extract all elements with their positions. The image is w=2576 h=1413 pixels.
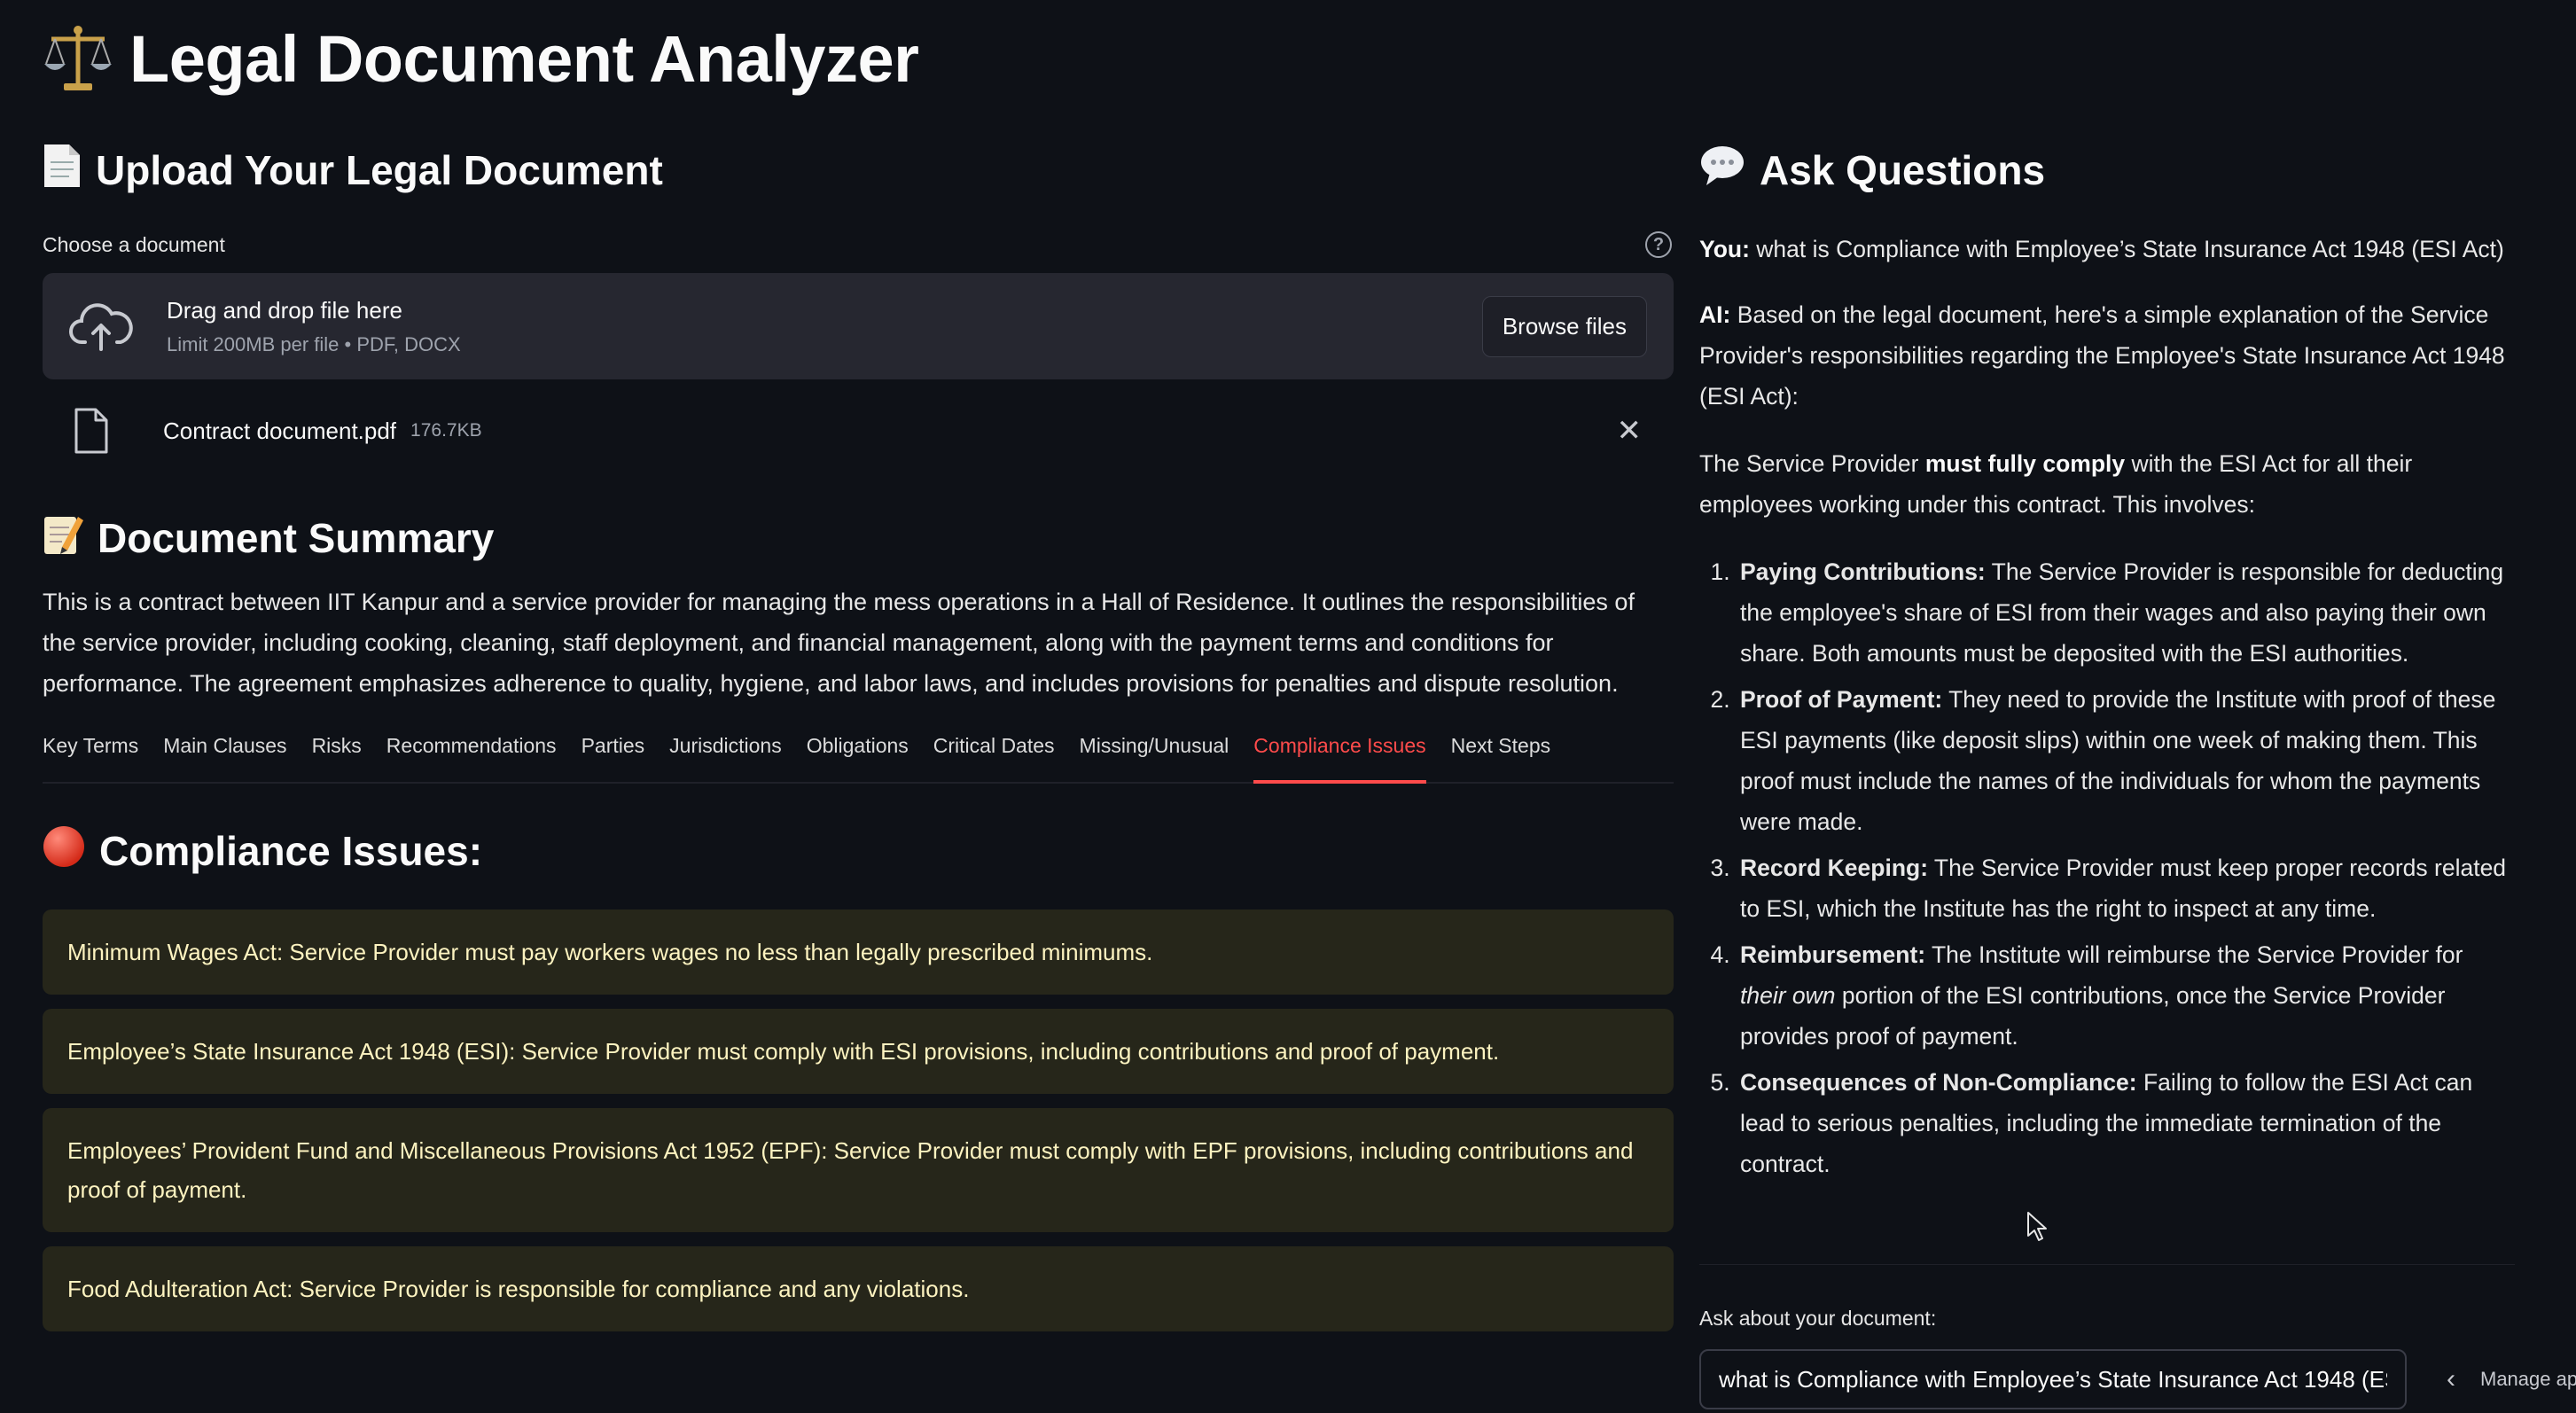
tab-compliance-issues[interactable]: Compliance Issues bbox=[1253, 730, 1426, 784]
speech-bubble-icon bbox=[1699, 144, 1745, 197]
manage-app-bar[interactable]: ‹ Manage app bbox=[2427, 1349, 2576, 1409]
analysis-tabs: Key Terms Main Clauses Risks Recommendat… bbox=[43, 730, 1674, 784]
chevron-left-icon[interactable]: ‹ bbox=[2447, 1364, 2455, 1394]
questions-section-heading: Ask Questions bbox=[1699, 133, 2515, 207]
para-text-start: The Service Provider bbox=[1699, 450, 1919, 477]
tab-key-terms[interactable]: Key Terms bbox=[43, 730, 138, 782]
choose-document-label: Choose a document bbox=[43, 232, 225, 256]
dropzone-text: Drag and drop file here Limit 200MB per … bbox=[167, 297, 1482, 356]
manage-app-label[interactable]: Manage app bbox=[2480, 1368, 2576, 1391]
chat-divider bbox=[1699, 1264, 2515, 1265]
document-icon bbox=[43, 143, 82, 199]
tab-critical-dates[interactable]: Critical Dates bbox=[933, 730, 1055, 782]
right-column: Ask Questions You: what is Compliance wi… bbox=[1699, 133, 2515, 1265]
compliance-issue-item: Minimum Wages Act: Service Provider must… bbox=[43, 909, 1674, 995]
file-icon bbox=[69, 407, 112, 455]
ai-label: AI: bbox=[1699, 301, 1731, 328]
step-title: Paying Contributions: bbox=[1740, 558, 1986, 585]
red-circle-icon bbox=[43, 825, 85, 878]
file-size: 176.7KB bbox=[410, 420, 482, 441]
tab-risks[interactable]: Risks bbox=[312, 730, 362, 782]
cloud-upload-icon bbox=[69, 300, 133, 353]
list-item: Consequences of Non-Compliance: Failing … bbox=[1737, 1062, 2515, 1184]
step-text: The Institute will reimburse the Service… bbox=[1932, 941, 2463, 968]
ai-answer-paragraph: The Service Provider must fully comply w… bbox=[1699, 443, 2515, 525]
tab-parties[interactable]: Parties bbox=[582, 730, 645, 782]
tab-next-steps[interactable]: Next Steps bbox=[1451, 730, 1551, 782]
summary-heading-text: Document Summary bbox=[98, 515, 495, 561]
file-name: Contract document.pdf bbox=[163, 417, 397, 444]
tab-main-clauses[interactable]: Main Clauses bbox=[163, 730, 286, 782]
para-text-bold: must fully comply bbox=[1924, 450, 2126, 477]
list-item: Paying Contributions: The Service Provid… bbox=[1737, 551, 2515, 674]
step-text: portion of the ESI contributions, once t… bbox=[1740, 982, 2446, 1050]
ai-intro-text: Based on the legal document, here's a si… bbox=[1699, 301, 2505, 410]
tab-missing-unusual[interactable]: Missing/Unusual bbox=[1080, 730, 1229, 782]
ask-question-input[interactable] bbox=[1699, 1349, 2407, 1409]
tab-jurisdictions[interactable]: Jurisdictions bbox=[669, 730, 782, 782]
memo-pencil-icon bbox=[43, 511, 83, 566]
scales-icon bbox=[43, 23, 113, 94]
questions-heading-text: Ask Questions bbox=[1760, 147, 2046, 193]
step-title: Reimbursement: bbox=[1740, 941, 1926, 968]
app-header: Legal Document Analyzer bbox=[43, 16, 919, 101]
compliance-section-heading: Compliance Issues: bbox=[43, 819, 1674, 883]
ai-answer-intro: AI: Based on the legal document, here's … bbox=[1699, 294, 2515, 417]
list-item: Proof of Payment: They need to provide t… bbox=[1737, 679, 2515, 842]
dropzone-limit: Limit 200MB per file • PDF, DOCX bbox=[167, 332, 461, 355]
compliance-heading-text: Compliance Issues: bbox=[99, 828, 483, 874]
mouse-cursor-icon bbox=[2026, 1211, 2049, 1247]
step-text-emphasis: their own bbox=[1740, 982, 1836, 1009]
app-root: Legal Document Analyzer Upload Your Lega… bbox=[0, 0, 2576, 1413]
tab-obligations[interactable]: Obligations bbox=[807, 730, 909, 782]
upload-heading-text: Upload Your Legal Document bbox=[96, 147, 663, 193]
compliance-issue-item: Employee’s State Insurance Act 1948 (ESI… bbox=[43, 1009, 1674, 1094]
compliance-issue-item: Employees’ Provident Fund and Miscellane… bbox=[43, 1108, 1674, 1232]
list-item: Record Keeping: The Service Provider mus… bbox=[1737, 847, 2515, 929]
step-title: Proof of Payment: bbox=[1740, 686, 1943, 713]
step-title: Consequences of Non-Compliance: bbox=[1740, 1069, 2137, 1096]
browse-files-button[interactable]: Browse files bbox=[1481, 295, 1647, 357]
you-label: You: bbox=[1699, 236, 1750, 262]
summary-section-heading: Document Summary bbox=[43, 507, 1674, 569]
tab-recommendations[interactable]: Recommendations bbox=[386, 730, 557, 782]
choose-document-row: Choose a document ? bbox=[43, 229, 1674, 261]
left-column: Upload Your Legal Document Choose a docu… bbox=[43, 133, 1674, 1331]
ai-answer-steps: Paying Contributions: The Service Provid… bbox=[1699, 551, 2515, 1184]
app-title: Legal Document Analyzer bbox=[129, 21, 919, 96]
list-item: Reimbursement: The Institute will reimbu… bbox=[1737, 934, 2515, 1057]
file-dropzone[interactable]: Drag and drop file here Limit 200MB per … bbox=[43, 273, 1674, 379]
step-title: Record Keeping: bbox=[1740, 855, 1929, 881]
ask-input-label: Ask about your document: bbox=[1699, 1307, 1937, 1330]
remove-file-close-icon[interactable]: ✕ bbox=[1617, 413, 1643, 449]
compliance-issue-item: Food Adulteration Act: Service Provider … bbox=[43, 1246, 1674, 1331]
upload-section-heading: Upload Your Legal Document bbox=[43, 133, 1674, 207]
user-question-text: what is Compliance with Employee’s State… bbox=[1756, 236, 2504, 262]
summary-paragraph: This is a contract between IIT Kanpur an… bbox=[43, 589, 1635, 697]
uploaded-file-row: Contract document.pdf 176.7KB ✕ bbox=[43, 379, 1674, 482]
user-question-message: You: what is Compliance with Employee’s … bbox=[1699, 229, 2515, 269]
dropzone-instruction: Drag and drop file here bbox=[167, 296, 402, 324]
help-icon[interactable]: ? bbox=[1645, 231, 1672, 258]
